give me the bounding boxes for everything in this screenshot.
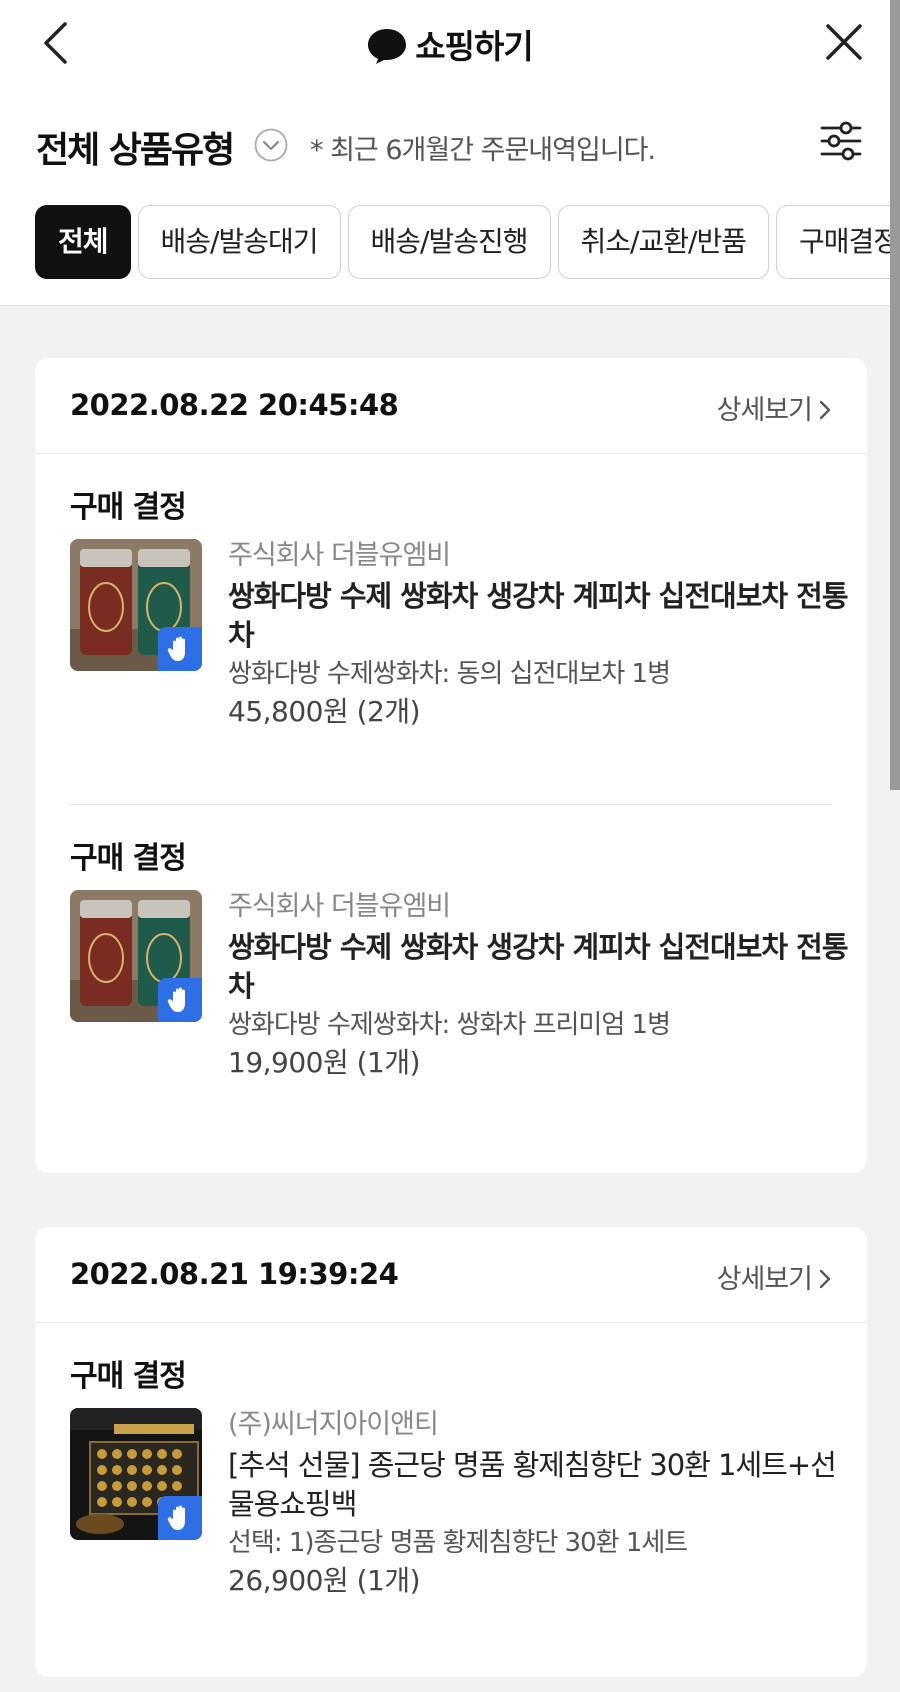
product-image[interactable] — [70, 1408, 202, 1540]
chip-cancel-exchange-return[interactable]: 취소/교환/반품 — [557, 205, 769, 279]
period-note: * 최근 6개월간 주문내역입니다. — [310, 135, 656, 166]
detail-label: 상세보기 — [716, 395, 813, 426]
detail-label: 상세보기 — [716, 1264, 813, 1295]
chevron-right-icon — [818, 1267, 832, 1298]
status-label: 구매 결정 — [70, 490, 187, 525]
product-option: 쌍화다방 수제쌍화차: 동의 십전대보차 1병 — [228, 659, 671, 689]
product-type-selector[interactable]: 전체 상품유형 — [36, 121, 235, 173]
order-card: 2022.08.21 19:39:24 상세보기 구매 결정 (주)씨너지아이앤… — [35, 1227, 867, 1677]
order-card: 2022.08.22 20:45:48 상세보기 구매 결정 주식회사 더블유엠… — [35, 358, 867, 1173]
order-header: 2022.08.22 20:45:48 상세보기 — [35, 358, 867, 454]
close-button[interactable] — [822, 20, 866, 64]
status-label: 구매 결정 — [70, 841, 187, 876]
product-info: 주식회사 더블유엠비 쌍화다방 수제 쌍화차 생강차 계피차 십전대보차 전통차… — [228, 890, 849, 1082]
order-detail-link[interactable]: 상세보기 — [717, 1257, 832, 1298]
close-icon — [826, 24, 862, 60]
chip-purchase-confirmed[interactable]: 구매결정 — [775, 205, 900, 279]
filter-row: 전체 상품유형 * 최근 6개월간 주문내역입니다. — [36, 118, 900, 171]
page-title-text: 쇼핑하기 — [415, 27, 533, 66]
chevron-down-icon[interactable] — [254, 128, 288, 162]
order-date: 2022.08.22 20:45:48 — [70, 388, 399, 422]
product-info: (주)씨너지아이앤티 [추석 선물] 종근당 명품 황제침향단 30환 1세트+… — [228, 1408, 848, 1600]
hand-icon — [158, 627, 202, 671]
order-date: 2022.08.21 19:39:24 — [70, 1257, 399, 1291]
hand-icon — [158, 1496, 202, 1540]
order-item[interactable]: 구매 결정 주식회사 더블유엠비 쌍화다방 수제 쌍화차 생강차 계피차 십전대… — [35, 454, 867, 804]
navigation-bar: 쇼핑하기 — [0, 0, 900, 88]
product-option: 쌍화다방 수제쌍화차: 쌍화차 프리미엄 1병 — [228, 1010, 671, 1040]
seller-name: (주)씨너지아이앤티 — [228, 1409, 439, 1440]
product-image[interactable] — [70, 539, 202, 671]
status-label: 구매 결정 — [70, 1359, 187, 1394]
top-bar: 쇼핑하기 전체 상품유형 * 최근 6개월간 주문내역입니다. 전체 배송/발송… — [0, 0, 900, 306]
seller-name: 주식회사 더블유엠비 — [228, 540, 451, 571]
product-price: 19,900원 (1개) — [228, 1046, 421, 1079]
chevron-right-icon — [818, 398, 832, 429]
order-item[interactable]: 구매 결정 (주)씨너지아이앤티 [추석 선물] 종근당 명품 황제침향단 30… — [35, 1323, 867, 1673]
order-header: 2022.08.21 19:39:24 상세보기 — [35, 1227, 867, 1323]
product-price: 26,900원 (1개) — [228, 1564, 421, 1597]
seller-name: 주식회사 더블유엠비 — [228, 891, 451, 922]
filter-settings-button[interactable] — [818, 118, 864, 164]
scrollbar[interactable] — [890, 0, 900, 790]
product-price: 45,800원 (2개) — [228, 695, 421, 728]
product-option: 선택: 1)종근당 명품 황제침향단 30환 1세트 — [228, 1528, 688, 1558]
product-name[interactable]: 쌍화다방 수제 쌍화차 생강차 계피차 십전대보차 전통차 — [228, 928, 849, 1006]
product-image[interactable] — [70, 890, 202, 1022]
chip-shipping-waiting[interactable]: 배송/발송대기 — [137, 205, 341, 279]
hand-icon — [158, 978, 202, 1022]
product-info: 주식회사 더블유엠비 쌍화다방 수제 쌍화차 생강차 계피차 십전대보차 전통차… — [228, 539, 849, 731]
product-name[interactable]: 쌍화다방 수제 쌍화차 생강차 계피차 십전대보차 전통차 — [228, 577, 849, 655]
speech-bubble-icon — [367, 27, 407, 73]
status-filter-chips: 전체 배송/발송대기 배송/발송진행 취소/교환/반품 구매결정 — [35, 205, 900, 279]
product-name[interactable]: [추석 선물] 종근당 명품 황제침향단 30환 1세트+선물용쇼핑백 — [228, 1446, 848, 1524]
order-item[interactable]: 구매 결정 주식회사 더블유엠비 쌍화다방 수제 쌍화차 생강차 계피차 십전대… — [70, 804, 849, 1155]
chip-shipping-in-progress[interactable]: 배송/발송진행 — [347, 205, 551, 279]
page-title: 쇼핑하기 — [0, 20, 900, 73]
order-detail-link[interactable]: 상세보기 — [717, 388, 832, 429]
sliders-icon — [820, 121, 862, 161]
chip-all[interactable]: 전체 — [35, 205, 131, 279]
